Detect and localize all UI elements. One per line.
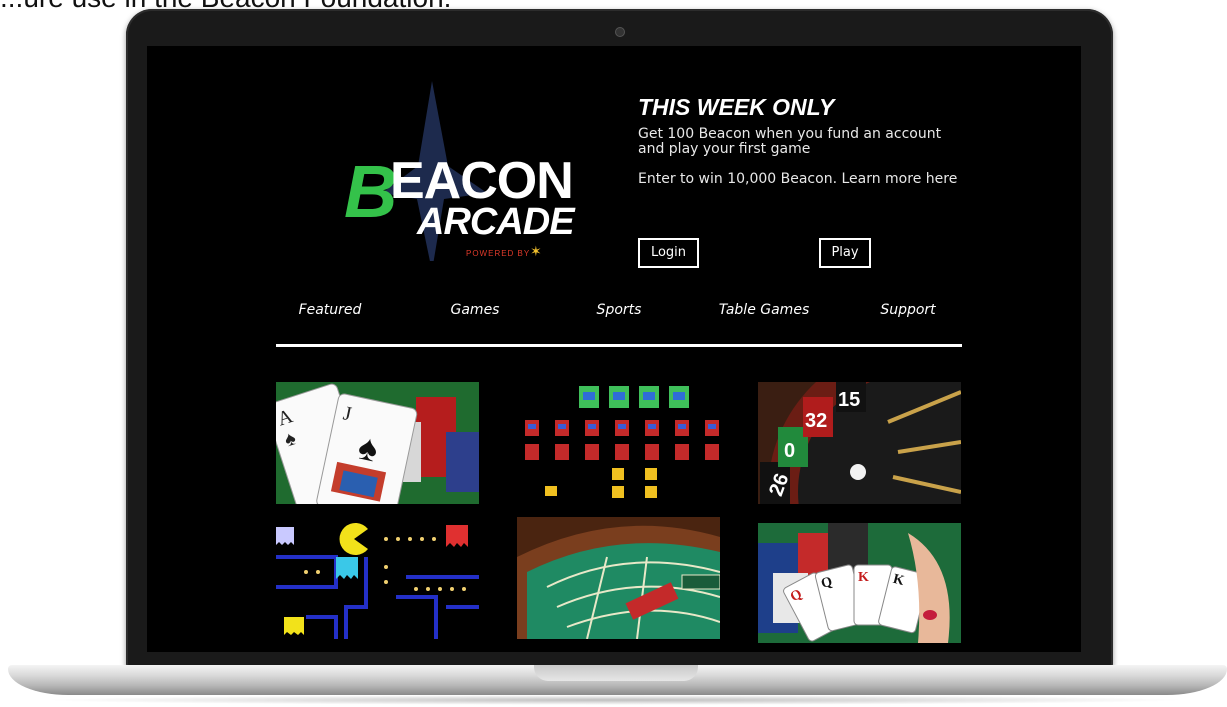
nav-support[interactable]: Support bbox=[880, 302, 935, 318]
blackjack-cards-icon: A ♠ J ♠ bbox=[276, 382, 479, 504]
promo-line-3[interactable]: Enter to win 10,000 Beacon. Learn more h… bbox=[638, 172, 978, 187]
space-invaders-icon bbox=[517, 382, 720, 504]
star-icon: ✶ bbox=[530, 243, 542, 259]
roulette-wheel-icon: 26 0 32 15 bbox=[758, 382, 961, 504]
pacman-maze-icon bbox=[276, 517, 479, 639]
camera-icon bbox=[615, 27, 625, 37]
beacon-arcade-logo[interactable]: B EACON ARCADE POWERED BY ✶ bbox=[322, 81, 592, 261]
poker-tile[interactable]: Q Q K K bbox=[758, 523, 961, 643]
promo-line-2: and play your first game bbox=[638, 141, 811, 157]
login-button[interactable]: Login bbox=[638, 238, 699, 268]
svg-text:K: K bbox=[858, 570, 869, 585]
blackjack-tile[interactable]: A ♠ J ♠ bbox=[276, 382, 479, 504]
svg-text:0: 0 bbox=[784, 440, 795, 462]
promo-line-1: Get 100 Beacon when you fund an account bbox=[638, 126, 942, 142]
logo-powered-by: POWERED BY bbox=[466, 249, 531, 258]
roulette-tile[interactable]: 26 0 32 15 bbox=[758, 382, 961, 504]
promo-title: THIS WEEK ONLY bbox=[638, 94, 835, 120]
laptop-shadow bbox=[40, 695, 1190, 705]
galaga-tile[interactable] bbox=[517, 382, 720, 504]
nav-sports[interactable]: Sports bbox=[597, 302, 642, 318]
nav-featured[interactable]: Featured bbox=[299, 302, 362, 318]
svg-text:32: 32 bbox=[805, 410, 827, 432]
craps-table-icon bbox=[517, 517, 720, 639]
nav-table-games[interactable]: Table Games bbox=[719, 302, 809, 318]
nav-divider bbox=[276, 344, 962, 347]
play-button[interactable]: Play bbox=[819, 238, 871, 268]
nav-games[interactable]: Games bbox=[451, 302, 500, 318]
poker-hand-icon: Q Q K K bbox=[758, 523, 961, 643]
craps-tile[interactable] bbox=[517, 517, 720, 639]
svg-text:15: 15 bbox=[838, 389, 860, 411]
pacman-tile[interactable] bbox=[276, 517, 479, 639]
laptop-screen: B EACON ARCADE POWERED BY ✶ THIS WEEK ON… bbox=[147, 46, 1081, 652]
logo-word-arcade: ARCADE bbox=[417, 201, 575, 243]
laptop-notch bbox=[534, 665, 698, 681]
